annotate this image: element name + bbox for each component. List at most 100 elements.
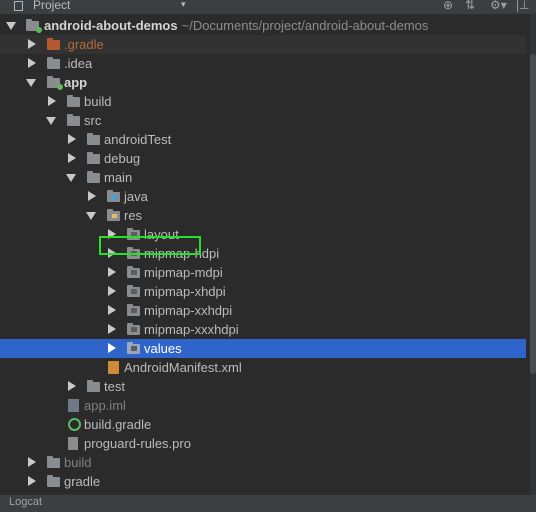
tree-item-res[interactable]: res	[0, 206, 526, 225]
expand-arrow-icon[interactable]	[28, 457, 36, 467]
tree-item-label: app	[64, 75, 88, 90]
project-view-title[interactable]: Project	[33, 0, 70, 12]
folder-icon	[127, 323, 140, 335]
tree-item-mipmap-xxhdpi[interactable]: mipmap-xxhdpi	[0, 301, 526, 320]
project-view-icon	[14, 1, 23, 11]
tree-item-build-gradle[interactable]: build.gradle	[0, 415, 526, 434]
expand-arrow-icon[interactable]	[108, 305, 116, 315]
collapse-arrow-icon[interactable]	[86, 212, 96, 220]
folder-icon	[67, 95, 80, 107]
tree-item-idea[interactable]: .idea	[0, 54, 526, 73]
vertical-scrollbar[interactable]	[530, 14, 536, 494]
folder-icon	[127, 285, 140, 297]
project-tree[interactable]: android-about-demos ~/Documents/project/a…	[0, 14, 530, 494]
tree-item-label: java	[124, 189, 148, 204]
folder-icon	[127, 342, 140, 354]
tree-item-label: androidTest	[104, 132, 172, 147]
tree-item-label: .idea	[64, 56, 93, 71]
collapse-arrow-icon[interactable]	[46, 117, 56, 125]
xml-file-icon	[108, 361, 119, 374]
tree-item-label: app.iml	[84, 398, 126, 413]
expand-arrow-icon[interactable]	[48, 96, 56, 106]
folder-icon	[47, 38, 60, 50]
expand-arrow-icon[interactable]	[108, 286, 116, 296]
expand-arrow-icon[interactable]	[88, 191, 96, 201]
expand-arrow-icon[interactable]	[28, 58, 36, 68]
tree-item-debug[interactable]: debug	[0, 149, 526, 168]
tree-item-dot-gradle[interactable]: .gradle	[0, 35, 526, 54]
folder-icon	[47, 475, 60, 487]
collapse-all-icon[interactable]: ⇅	[465, 0, 475, 12]
iml-file-icon	[68, 399, 79, 412]
expand-arrow-icon[interactable]	[68, 381, 76, 391]
resource-folder-icon	[107, 209, 120, 221]
tree-item-label: mipmap-mdpi	[144, 265, 223, 280]
collapse-arrow-icon[interactable]	[66, 174, 76, 182]
folder-icon	[87, 380, 100, 392]
folder-icon	[87, 171, 100, 183]
folder-icon	[87, 133, 100, 145]
settings-gear-icon[interactable]: ⚙▾	[490, 0, 507, 12]
tree-item-app-iml[interactable]: app.iml	[0, 396, 526, 415]
tree-item-layout[interactable]: layout	[0, 225, 526, 244]
logcat-tab[interactable]: Logcat	[9, 496, 42, 508]
tree-item-label: gradle	[64, 474, 101, 489]
tree-item-root-build[interactable]: build	[0, 453, 526, 472]
tree-item-main[interactable]: main	[0, 168, 526, 187]
folder-icon	[47, 57, 60, 69]
tree-item-label: proguard-rules.pro	[84, 436, 191, 451]
tree-item-label: build	[84, 94, 112, 109]
tree-item-label: AndroidManifest.xml	[124, 360, 242, 375]
text-file-icon	[68, 437, 78, 450]
tree-item-label: mipmap-xxxhdpi	[144, 322, 239, 337]
tree-item-label: res	[124, 208, 143, 223]
expand-arrow-icon[interactable]	[108, 324, 116, 334]
tree-item-mipmap-mdpi[interactable]: mipmap-mdpi	[0, 263, 526, 282]
source-folder-icon	[107, 190, 120, 202]
tree-item-gradle[interactable]: gradle	[0, 472, 526, 491]
tree-item-label: android-about-demos	[44, 18, 178, 33]
tree-item-values[interactable]: values	[0, 339, 526, 358]
tree-item-label: main	[104, 170, 133, 185]
folder-icon	[127, 304, 140, 316]
expand-arrow-icon[interactable]	[6, 22, 16, 30]
expand-arrow-icon[interactable]	[28, 476, 36, 486]
tree-item-mipmap-hdpi[interactable]: mipmap-hdpi	[0, 244, 526, 263]
tree-item-test[interactable]: test	[0, 377, 526, 396]
project-tool-window-header: Project ▾ ⊕ ⇅ ⚙▾ |⊥	[0, 0, 536, 15]
tree-item-mipmap-xxxhdpi[interactable]: mipmap-xxxhdpi	[0, 320, 526, 339]
tree-item-androidmanifest[interactable]: AndroidManifest.xml	[0, 358, 526, 377]
module-folder-icon	[26, 19, 42, 33]
expand-arrow-icon[interactable]	[108, 267, 116, 277]
expand-arrow-icon[interactable]	[28, 39, 36, 49]
tree-item-mipmap-xhdpi[interactable]: mipmap-xhdpi	[0, 282, 526, 301]
tree-item-java[interactable]: java	[0, 187, 526, 206]
tree-item-label: debug	[104, 151, 141, 166]
tree-item-label: mipmap-xxhdpi	[144, 303, 233, 318]
collapse-arrow-icon[interactable]	[26, 79, 36, 87]
gradle-file-icon	[68, 418, 81, 431]
expand-arrow-icon[interactable]	[68, 134, 76, 144]
tree-item-app[interactable]: app	[0, 73, 526, 92]
module-folder-icon	[47, 76, 63, 90]
tree-item-label: values	[144, 341, 182, 356]
tree-item-src[interactable]: src	[0, 111, 526, 130]
scrollbar-thumb[interactable]	[530, 54, 536, 374]
tree-item-label: src	[84, 113, 102, 128]
hide-panel-icon[interactable]: |⊥	[516, 0, 530, 12]
tree-item-label: test	[104, 379, 125, 394]
folder-icon	[47, 456, 60, 468]
folder-icon	[87, 152, 100, 164]
view-dropdown-caret-icon[interactable]: ▾	[181, 0, 186, 10]
tree-item-app-build[interactable]: build	[0, 92, 526, 111]
tree-item-label: build	[64, 455, 92, 470]
tree-item-label: build.gradle	[84, 417, 152, 432]
highlight-box	[99, 236, 201, 255]
expand-arrow-icon[interactable]	[108, 343, 116, 353]
scroll-from-source-icon[interactable]: ⊕	[443, 0, 453, 12]
tree-item-root[interactable]: android-about-demos ~/Documents/project/a…	[0, 16, 526, 35]
tree-item-androidtest[interactable]: androidTest	[0, 130, 526, 149]
tree-item-proguard-rules[interactable]: proguard-rules.pro	[0, 434, 526, 453]
tree-item-label: mipmap-xhdpi	[144, 284, 226, 299]
expand-arrow-icon[interactable]	[68, 153, 76, 163]
